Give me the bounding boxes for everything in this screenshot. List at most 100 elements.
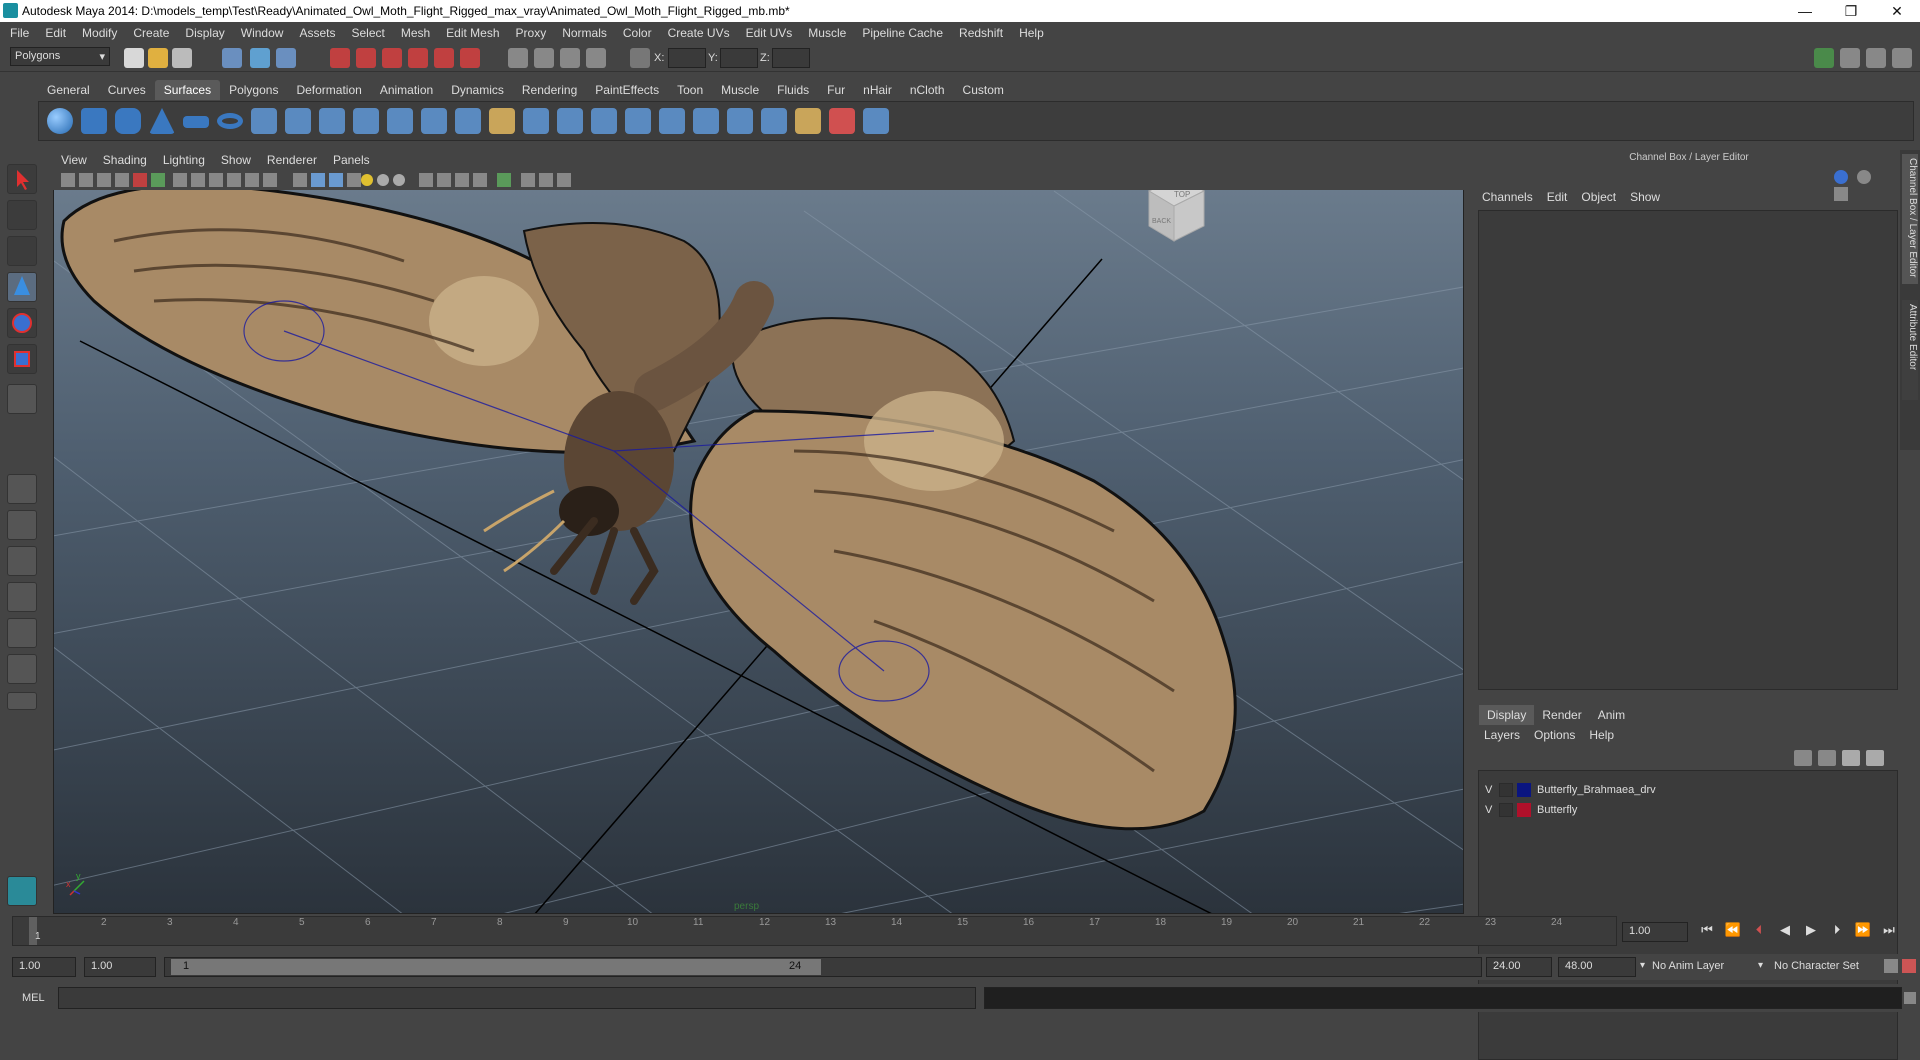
menu-help[interactable]: Help <box>1019 26 1044 40</box>
trim-tool-icon[interactable] <box>591 108 617 134</box>
menu-display[interactable]: Display <box>185 26 224 40</box>
menu-create-uvs[interactable]: Create UVs <box>668 26 730 40</box>
shelf-tab-toon[interactable]: Toon <box>668 80 712 100</box>
birail-icon[interactable] <box>387 108 413 134</box>
step-back-frame-icon[interactable]: ⏴ <box>1746 922 1772 938</box>
select-tool-icon[interactable] <box>7 164 37 194</box>
menu-color[interactable]: Color <box>623 26 652 40</box>
scale-tool-icon[interactable] <box>7 344 37 374</box>
channel-key-icon[interactable] <box>1834 170 1848 184</box>
z-input[interactable] <box>772 48 810 68</box>
menu-set-dropdown[interactable]: Polygons ▾ <box>10 47 110 66</box>
playback-end-field[interactable]: 24.00 <box>1486 957 1552 977</box>
move-layer-down-icon[interactable] <box>1818 750 1836 766</box>
modeling-toolkit-icon[interactable] <box>7 876 37 906</box>
animation-start-field[interactable]: 1.00 <box>12 957 76 977</box>
boundary-icon[interactable] <box>421 108 447 134</box>
layer-tab-render[interactable]: Render <box>1534 705 1589 725</box>
menu-edit-uvs[interactable]: Edit UVs <box>746 26 793 40</box>
current-frame-field[interactable]: 1.00 <box>1622 922 1688 942</box>
lasso-tool-icon[interactable] <box>7 200 37 230</box>
viewport-menu-panels[interactable]: Panels <box>333 153 370 167</box>
shelf-tab-curves[interactable]: Curves <box>99 80 155 100</box>
menu-create[interactable]: Create <box>133 26 169 40</box>
close-button[interactable]: ✕ <box>1874 0 1920 22</box>
viewport-toolbar-icons[interactable] <box>53 170 753 190</box>
render-view-icon[interactable] <box>508 48 528 68</box>
show-attribute-editor-icon[interactable] <box>1840 48 1860 68</box>
last-tool-icon[interactable] <box>7 384 37 414</box>
viewport-menu-show[interactable]: Show <box>221 153 251 167</box>
show-modeling-toolkit-icon[interactable] <box>1814 48 1834 68</box>
restore-button[interactable]: ❐ <box>1828 0 1874 22</box>
menu-pipeline-cache[interactable]: Pipeline Cache <box>862 26 943 40</box>
project-curve-icon[interactable] <box>523 108 549 134</box>
owl-moth-model[interactable] <box>60 183 1237 831</box>
untrim-icon[interactable] <box>625 108 651 134</box>
shelf-tab-nhair[interactable]: nHair <box>854 80 901 100</box>
layer-menu-help[interactable]: Help <box>1589 728 1614 742</box>
shelf-tab-deformation[interactable]: Deformation <box>287 80 370 100</box>
channel-box-icons[interactable] <box>1834 170 1894 201</box>
playback-start-field[interactable]: 1.00 <box>84 957 156 977</box>
menu-proxy[interactable]: Proxy <box>516 26 547 40</box>
menu-window[interactable]: Window <box>241 26 284 40</box>
step-forward-frame-icon[interactable]: ⏵ <box>1824 922 1850 938</box>
layer-display-type[interactable] <box>1499 803 1513 817</box>
rebuild-surface-icon[interactable] <box>829 108 855 134</box>
animation-prefs-icon[interactable] <box>1902 959 1916 973</box>
save-scene-icon[interactable] <box>172 48 192 68</box>
nurbs-cone-icon[interactable] <box>149 108 175 134</box>
layout-dopesheet-icon[interactable] <box>7 654 37 684</box>
play-backward-icon[interactable]: ◀ <box>1772 922 1798 938</box>
square-surface-icon[interactable] <box>455 108 481 134</box>
bevel-plus-icon[interactable] <box>489 108 515 134</box>
layer-tab-display[interactable]: Display <box>1479 705 1535 725</box>
shelf-tab-painteffects[interactable]: PaintEffects <box>586 80 668 100</box>
shelf-tab-custom[interactable]: Custom <box>954 80 1013 100</box>
new-layer-selected-icon[interactable] <box>1866 750 1884 766</box>
render-frame-icon[interactable] <box>534 48 554 68</box>
go-to-end-icon[interactable]: ⏭ <box>1876 922 1902 938</box>
y-input[interactable] <box>720 48 758 68</box>
loft-icon[interactable] <box>285 108 311 134</box>
step-forward-key-icon[interactable]: ⏩ <box>1850 922 1876 938</box>
revolve-icon[interactable] <box>251 108 277 134</box>
menu-select[interactable]: Select <box>351 26 384 40</box>
shelf-tab-fluids[interactable]: Fluids <box>768 80 818 100</box>
channel-menu-show[interactable]: Show <box>1630 190 1660 204</box>
snap-curve-icon[interactable] <box>356 48 376 68</box>
ipr-render-icon[interactable] <box>560 48 580 68</box>
intersect-surfaces-icon[interactable] <box>557 108 583 134</box>
layer-display-type[interactable] <box>1499 783 1513 797</box>
time-slider[interactable]: 1 2 3 4 5 6 7 8 9 10 11 12 13 14 15 16 1… <box>12 916 1617 946</box>
viewport-menu-renderer[interactable]: Renderer <box>267 153 317 167</box>
select-component-icon[interactable] <box>276 48 296 68</box>
shelf-tab-surfaces[interactable]: Surfaces <box>154 80 221 100</box>
channel-menu-channels[interactable]: Channels <box>1482 190 1533 204</box>
menu-modify[interactable]: Modify <box>82 26 117 40</box>
layer-row[interactable]: V Butterfly_Brahmaea_drv <box>1485 781 1656 799</box>
menu-redshift[interactable]: Redshift <box>959 26 1003 40</box>
menu-assets[interactable]: Assets <box>299 26 335 40</box>
open-scene-icon[interactable] <box>148 48 168 68</box>
attach-surfaces-icon[interactable] <box>659 108 685 134</box>
play-forward-icon[interactable]: ▶ <box>1798 922 1824 938</box>
show-tool-settings-icon[interactable] <box>1866 48 1886 68</box>
script-editor-icon[interactable] <box>1904 992 1916 1004</box>
shelf-tab-polygons[interactable]: Polygons <box>220 80 287 100</box>
channel-list-area[interactable] <box>1478 210 1898 690</box>
rotate-tool-icon[interactable] <box>7 308 37 338</box>
anim-layer-dropdown[interactable]: No Anim Layer <box>1652 960 1724 972</box>
shelf-tab-muscle[interactable]: Muscle <box>712 80 768 100</box>
layout-hypershade-icon[interactable] <box>7 618 37 648</box>
nurbs-cube-icon[interactable] <box>81 108 107 134</box>
menu-normals[interactable]: Normals <box>562 26 607 40</box>
command-input[interactable] <box>58 987 976 1009</box>
key-icon[interactable] <box>1884 959 1898 973</box>
sculpt-geometry-icon[interactable] <box>863 108 889 134</box>
character-set-dropdown[interactable]: No Character Set <box>1774 960 1859 972</box>
shelf-tab-fur[interactable]: Fur <box>818 80 854 100</box>
layer-tab-anim[interactable]: Anim <box>1590 705 1633 725</box>
animation-end-field[interactable]: 48.00 <box>1558 957 1636 977</box>
